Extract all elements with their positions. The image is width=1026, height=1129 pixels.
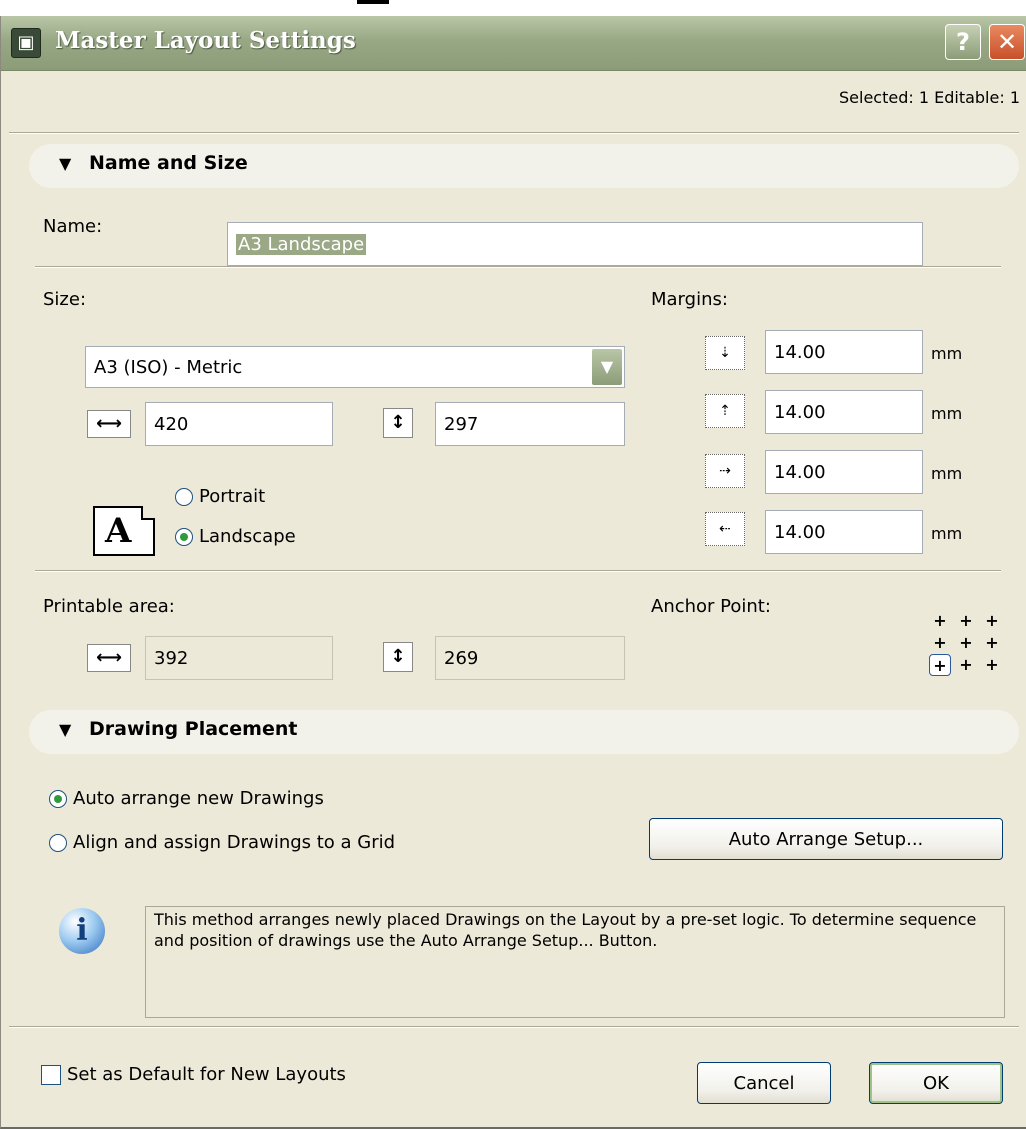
- separator: [9, 132, 1019, 134]
- align-grid-label: Align and assign Drawings to a Grid: [73, 832, 396, 853]
- printable-area-label: Printable area:: [43, 596, 175, 617]
- paper-orientation-icon: A: [93, 506, 155, 556]
- width-input[interactable]: 420: [145, 402, 333, 446]
- height-value: 297: [444, 413, 479, 435]
- info-text: This method arranges newly placed Drawin…: [145, 906, 1005, 1018]
- anchor-top-right[interactable]: +: [981, 610, 1003, 632]
- anchor-top-left[interactable]: +: [929, 610, 951, 632]
- landscape-label: Landscape: [199, 526, 296, 547]
- ok-button[interactable]: OK: [869, 1062, 1003, 1104]
- bottom-margin-value: 14.00: [774, 401, 826, 423]
- paper-size-value: A3 (ISO) - Metric: [94, 356, 243, 378]
- section-drawing-placement[interactable]: ▼ Drawing Placement: [29, 710, 1019, 754]
- portrait-radio[interactable]: Portrait: [175, 486, 265, 507]
- right-margin-value: 14.00: [774, 521, 826, 543]
- section-title: Drawing Placement: [89, 718, 298, 740]
- portrait-label: Portrait: [199, 486, 266, 507]
- size-label: Size:: [43, 289, 87, 310]
- right-margin-input[interactable]: 14.00: [765, 510, 923, 554]
- printable-height-field: 269: [435, 636, 625, 680]
- margins-label: Margins:: [651, 289, 728, 310]
- top-margin-icon: ⇣: [705, 336, 745, 370]
- anchor-middle-right[interactable]: +: [981, 632, 1003, 654]
- paper-size-select[interactable]: A3 (ISO) - Metric ▼: [85, 346, 625, 388]
- separator: [9, 1026, 1019, 1028]
- text-cursor-mark: [357, 0, 389, 4]
- width-arrow-icon: ⟷: [87, 644, 131, 672]
- anchor-center[interactable]: +: [955, 632, 977, 654]
- bottom-margin-icon: ⇡: [705, 394, 745, 428]
- info-icon: i: [59, 908, 105, 954]
- unit-label: mm: [931, 524, 963, 543]
- landscape-radio[interactable]: Landscape: [175, 526, 296, 547]
- master-layout-settings-dialog: ▣ Master Layout Settings ? ✕ Selected: 1…: [0, 16, 1026, 1129]
- unit-label: mm: [931, 344, 963, 363]
- top-margin-value: 14.00: [774, 341, 826, 363]
- anchor-middle-left[interactable]: +: [929, 632, 951, 654]
- left-margin-icon: ⇢: [705, 454, 745, 488]
- anchor-top-center[interactable]: +: [955, 610, 977, 632]
- printable-height-value: 269: [444, 647, 479, 669]
- printable-width-value: 392: [154, 647, 189, 669]
- selection-status: Selected: 1 Editable: 1: [839, 88, 1020, 107]
- height-arrow-icon: ↕: [383, 408, 413, 438]
- unit-label: mm: [931, 404, 963, 423]
- top-margin-input[interactable]: 14.00: [765, 330, 923, 374]
- default-layout-checkbox[interactable]: Set as Default for New Layouts: [41, 1064, 346, 1085]
- radio-dot: [175, 527, 193, 546]
- right-margin-icon: ⇠: [705, 512, 745, 546]
- left-margin-value: 14.00: [774, 461, 826, 483]
- auto-arrange-setup-button[interactable]: Auto Arrange Setup...: [649, 818, 1003, 860]
- separator: [35, 266, 1001, 268]
- name-input[interactable]: A3 Landscape: [227, 222, 923, 266]
- anchor-bottom-right[interactable]: +: [981, 654, 1003, 676]
- collapse-triangle-icon: ▼: [59, 720, 72, 739]
- section-title: Name and Size: [89, 152, 248, 174]
- collapse-triangle-icon: ▼: [59, 154, 72, 173]
- separator: [35, 570, 1001, 572]
- anchor-bottom-center[interactable]: +: [955, 654, 977, 676]
- radio-dot: [175, 487, 193, 506]
- radio-dot: [49, 789, 67, 808]
- help-button[interactable]: ?: [945, 24, 981, 60]
- checkbox-box: [41, 1064, 61, 1085]
- anchor-bottom-left[interactable]: +: [929, 654, 951, 676]
- radio-dot: [49, 833, 67, 852]
- anchor-point-grid: + + + + + + + + +: [929, 610, 1007, 690]
- top-strip: [0, 0, 1026, 16]
- chevron-down-icon[interactable]: ▼: [592, 349, 622, 385]
- auto-arrange-label: Auto arrange new Drawings: [73, 788, 324, 809]
- paper-letter: A: [105, 511, 132, 551]
- auto-arrange-radio[interactable]: Auto arrange new Drawings: [49, 788, 324, 809]
- anchor-point-label: Anchor Point:: [651, 596, 771, 617]
- align-grid-radio[interactable]: Align and assign Drawings to a Grid: [49, 832, 395, 853]
- width-arrow-icon: ⟷: [87, 410, 131, 438]
- printable-width-field: 392: [145, 636, 333, 680]
- height-input[interactable]: 297: [435, 402, 625, 446]
- title-bar[interactable]: ▣ Master Layout Settings ? ✕: [1, 16, 1026, 71]
- height-arrow-icon: ↕: [383, 642, 413, 672]
- default-layout-label: Set as Default for New Layouts: [67, 1064, 346, 1085]
- section-name-and-size[interactable]: ▼ Name and Size: [29, 144, 1019, 188]
- unit-label: mm: [931, 464, 963, 483]
- name-value: A3 Landscape: [236, 233, 367, 255]
- close-button[interactable]: ✕: [989, 24, 1025, 60]
- name-label: Name:: [43, 216, 103, 237]
- bottom-margin-input[interactable]: 14.00: [765, 390, 923, 434]
- paper-fold: [141, 506, 155, 520]
- width-value: 420: [154, 413, 189, 435]
- left-margin-input[interactable]: 14.00: [765, 450, 923, 494]
- window-title: Master Layout Settings: [55, 27, 356, 54]
- cancel-button[interactable]: Cancel: [697, 1062, 831, 1104]
- app-icon: ▣: [11, 28, 41, 58]
